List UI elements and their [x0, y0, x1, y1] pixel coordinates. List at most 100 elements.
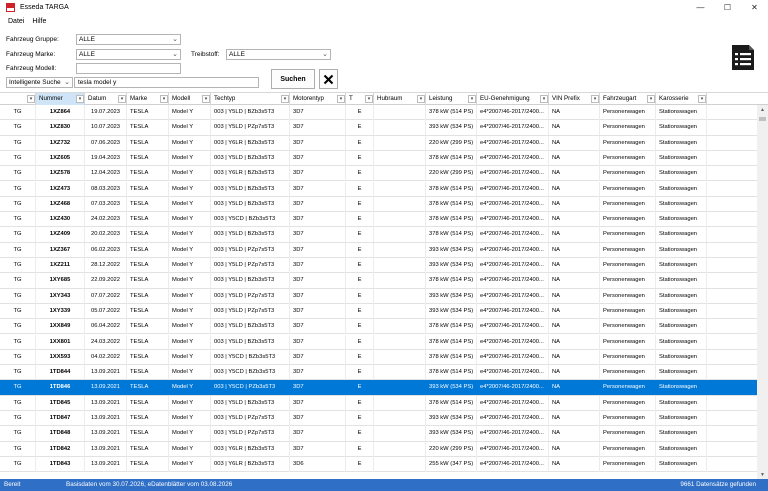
filter-dropdown-icon[interactable]: ▾ [202, 95, 210, 103]
cell-motorentyp: 3D7 [290, 181, 346, 197]
column-header-hubraum[interactable]: Hubraum ▾ [374, 93, 426, 105]
cell-datum: 13.09.2021 [85, 411, 127, 426]
cell-group: TG [0, 105, 36, 120]
column-header-group[interactable]: ▾ [0, 93, 36, 105]
filter-dropdown-icon[interactable]: ▾ [417, 95, 425, 103]
filter-dropdown-icon[interactable]: ▾ [27, 95, 35, 103]
table-row[interactable]: TG 1XZ830 10.07.2023 TESLA Model Y 003 | Y5LD… [0, 120, 757, 136]
filter-dropdown-icon[interactable]: ▾ [540, 95, 548, 103]
gruppe-select[interactable]: ALLE ⌄ [76, 34, 181, 45]
table-row[interactable]: TG 1XZ430 24.02.2023 TESLA Model Y 003 | Y5CD… [0, 212, 757, 228]
cell-marke: TESLA [127, 426, 169, 442]
column-header-datum[interactable]: Datum ▾ [85, 93, 127, 105]
table-row[interactable]: TG 1TD842 13.09.2021 TESLA Model Y 003 | Y6LR… [0, 441, 757, 457]
cell-marke: TESLA [127, 456, 169, 472]
table-row[interactable]: TG 1XZ367 06.02.2023 TESLA Model Y 003 | Y5LD… [0, 242, 757, 258]
scroll-up-icon[interactable]: ▲ [757, 105, 768, 115]
cell-karosserie: Stationswagen [656, 242, 707, 258]
table-row[interactable]: TG 1XY339 05.07.2022 TESLA Model Y 003 | Y5LD… [0, 303, 757, 320]
cell-nummer: 1XZ605 [36, 150, 85, 166]
cell-techtyp: 003 | Y5LD | PZp7s5T3 [211, 242, 290, 258]
table-row[interactable]: TG 1XX849 06.04.2022 TESLA Model Y 003 | Y5LD… [0, 319, 757, 335]
column-header-motorentyp[interactable]: Motorentyp ▾ [290, 93, 346, 105]
table-row[interactable]: TG 1XZ409 20.02.2023 TESLA Model Y 003 | Y5LD… [0, 227, 757, 243]
column-header-marke[interactable]: Marke ▾ [127, 93, 169, 105]
column-header-vin-prefix[interactable]: VIN Prefix ▾ [549, 93, 600, 105]
search-input[interactable]: tesla model y [74, 77, 259, 88]
table-row[interactable]: TG 1TD844 13.09.2021 TESLA Model Y 003 | Y5CD… [0, 365, 757, 381]
filter-dropdown-icon[interactable]: ▾ [647, 95, 655, 103]
column-header-techtyp[interactable]: Techtyp ▾ [211, 93, 290, 105]
cell-hubraum [374, 242, 426, 258]
cell-t: E [346, 319, 374, 335]
table-row[interactable]: TG 1TD847 13.09.2021 TESLA Model Y 003 | Y5LD… [0, 411, 757, 427]
marke-select[interactable]: ALLE ⌄ [76, 49, 181, 60]
table-row[interactable]: TG 1TD845 13.09.2021 TESLA Model Y 003 | Y5LD… [0, 395, 757, 411]
table-row[interactable]: TG 1TD848 13.09.2021 TESLA Model Y 003 | Y5LD… [0, 426, 757, 442]
clear-search-button[interactable] [319, 69, 338, 89]
filter-dropdown-icon[interactable]: ▾ [281, 95, 289, 103]
cell-leistung: 378 kW (514 PS) [426, 105, 477, 120]
cell-group: TG [0, 166, 36, 182]
table-row[interactable]: TG 1XX801 24.03.2022 TESLA Model Y 003 | Y5LD… [0, 334, 757, 350]
column-header-karosserie[interactable]: Karosserie ▾ [656, 93, 707, 105]
cell-datum: 13.09.2021 [85, 380, 127, 396]
cell-nummer: 1XX801 [36, 334, 85, 350]
filter-dropdown-icon[interactable]: ▾ [76, 95, 84, 103]
search-mode-select[interactable]: Intelligente Suche ⌄ [6, 77, 73, 88]
cell-karosserie: Stationswagen [656, 120, 707, 136]
column-header-modell[interactable]: Modell ▾ [169, 93, 211, 105]
maximize-button[interactable]: ☐ [714, 0, 741, 15]
table-row[interactable]: TG 1XZ473 08.03.2023 TESLA Model Y 003 | Y5LD… [0, 181, 757, 197]
cell-t: E [346, 212, 374, 228]
cell-karosserie: Stationswagen [656, 365, 707, 381]
filter-dropdown-icon[interactable]: ▾ [698, 95, 706, 103]
search-button[interactable]: Suchen [271, 69, 315, 89]
cell-fahrzeugart: Personenwagen [600, 365, 656, 381]
cell-marke: TESLA [127, 365, 169, 381]
table-row[interactable]: TG 1XX593 04.02.2022 TESLA Model Y 003 | Y5CD… [0, 349, 757, 366]
table-row[interactable]: TG 1XZ578 12.04.2023 TESLA Model Y 003 | Y6LR… [0, 166, 757, 182]
table-row[interactable]: TG 1XZ211 28.12.2022 TESLA Model Y 003 | Y5LD… [0, 258, 757, 274]
table-row[interactable]: TG 1TD846 13.09.2021 TESLA Model Y 003 | Y5CD… [0, 380, 757, 396]
column-header-t[interactable]: T ▾ [346, 93, 374, 105]
close-button[interactable]: ✕ [741, 0, 768, 15]
cell-leistung: 393 kW (534 PS) [426, 380, 477, 396]
table-row[interactable]: TG 1XY685 22.09.2022 TESLA Model Y 003 | Y5LD… [0, 273, 757, 289]
column-header-nummer[interactable]: Nummer ▾ [36, 93, 85, 105]
filter-dropdown-icon[interactable]: ▾ [591, 95, 599, 103]
filter-dropdown-icon[interactable]: ▾ [468, 95, 476, 103]
scroll-thumb[interactable] [759, 117, 766, 121]
cell-vin-prefix: NA [549, 349, 600, 365]
marke-label: Fahrzeug Marke: [6, 51, 56, 58]
cell-eu-genehmigung: e4*2007/46-2017/2400... [477, 212, 549, 228]
table-row[interactable]: TG 1TD843 13.09.2021 TESLA Model Y 003 | Y6LR… [0, 456, 757, 473]
cell-leistung: 220 kW (299 PS) [426, 135, 477, 151]
modell-input[interactable] [76, 63, 181, 74]
report-icon[interactable] [730, 44, 756, 71]
minimize-button[interactable]: — [687, 0, 714, 15]
column-header-fahrzeugart[interactable]: Fahrzeugart ▾ [600, 93, 656, 105]
filter-dropdown-icon[interactable]: ▾ [337, 95, 345, 103]
table-row[interactable]: TG 1XZ864 19.07.2023 TESLA Model Y 003 | Y5LD… [0, 105, 757, 121]
cell-datum: 06.04.2022 [85, 319, 127, 335]
table-row[interactable]: TG 1XZ468 07.03.2023 TESLA Model Y 003 | Y5LD… [0, 196, 757, 213]
cell-marke: TESLA [127, 196, 169, 212]
table-row[interactable]: TG 1XZ605 19.04.2023 TESLA Model Y 003 | Y5LD… [0, 150, 757, 167]
column-header-eu-genehmigung[interactable]: EU-Genehmigung ▾ [477, 93, 549, 105]
scroll-down-icon[interactable]: ▼ [757, 470, 768, 479]
table-row[interactable]: TG 1XZ732 07.06.2023 TESLA Model Y 003 | Y6LR… [0, 135, 757, 151]
menu-datei[interactable]: Datei [4, 18, 28, 25]
table-row[interactable]: TG 1XY343 07.07.2022 TESLA Model Y 003 | Y5LD… [0, 288, 757, 304]
cell-datum: 04.02.2022 [85, 349, 127, 365]
menu-hilfe[interactable]: Hilfe [28, 18, 50, 25]
treibstoff-select[interactable]: ALLE ⌄ [226, 49, 331, 60]
vertical-scrollbar[interactable]: ▲ ▼ [757, 105, 768, 479]
filter-dropdown-icon[interactable]: ▾ [365, 95, 373, 103]
cell-karosserie: Stationswagen [656, 181, 707, 197]
filter-dropdown-icon[interactable]: ▾ [160, 95, 168, 103]
cell-eu-genehmigung: e4*2007/46-2017/2400... [477, 196, 549, 212]
column-header-leistung[interactable]: Leistung ▾ [426, 93, 477, 105]
cell-eu-genehmigung: e4*2007/46-2017/2400... [477, 166, 549, 182]
filter-dropdown-icon[interactable]: ▾ [118, 95, 126, 103]
